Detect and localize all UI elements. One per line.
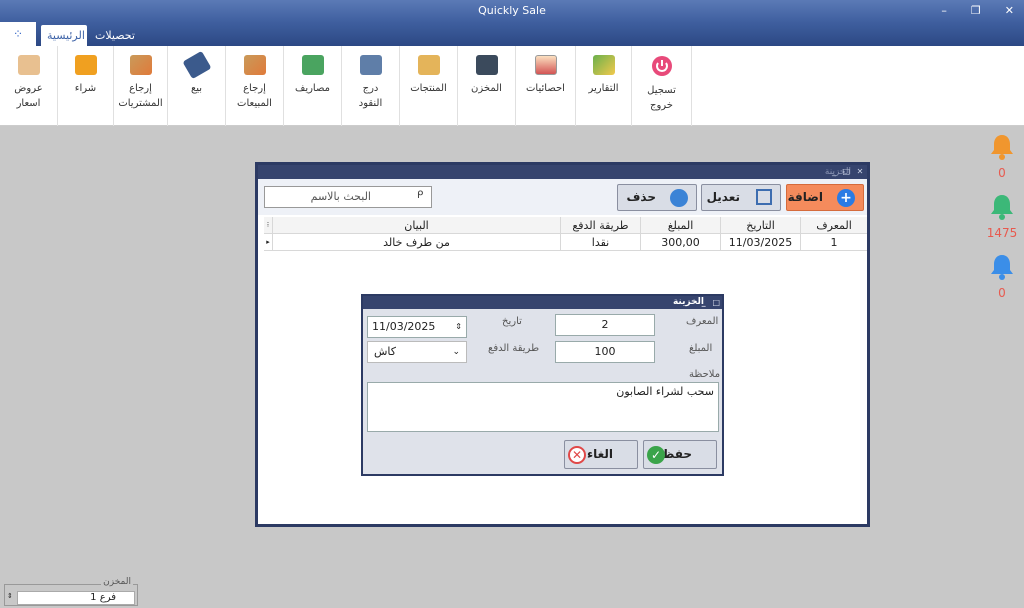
column-header-amount[interactable]: المبلغ [640,217,720,234]
ribbon-expenses-button[interactable]: مصاريف [284,46,342,126]
payment-method-label: طريقة الدفع [488,343,540,354]
ribbon: تسجيل خروج التقارير احصائيات المخزن المن… [0,46,1024,126]
bell-icon [991,255,1013,280]
ribbon-statistics-button[interactable]: احصائيات [516,46,576,126]
search-icon[interactable]: ᑭ [417,190,429,204]
ribbon-sales-return-button[interactable]: إرجاع المبيعات [226,46,284,126]
amount-label: المبلغ [689,343,713,354]
treasury-toolbar: البحث بالاسم ᑭ حذف تعديل اضافة + [258,179,867,215]
notification-count: 0 [998,286,1006,300]
cell-amount[interactable]: 300,00 [640,234,720,251]
app-title: Quickly Sale [478,4,546,17]
store-selector-group: المخزن فرع 1 ⇕ [4,577,138,606]
cart-icon [74,55,97,75]
spinner-icon[interactable]: ⇕ [7,592,13,600]
quick-access-icon[interactable]: ⁘ [0,22,36,46]
add-button[interactable]: اضافة + [786,184,864,211]
notification-bell-orange[interactable]: 0 [986,132,1018,180]
cancel-button[interactable]: الغاء ✕ [564,440,638,469]
table-header-row: ⁝ البيان طريقة الدفع المبلغ التاريخ المع… [264,217,867,234]
cell-description[interactable]: من طرف خالد [272,234,560,251]
purchase-return-icon [129,55,152,75]
plus-icon: + [837,189,855,207]
cell-date[interactable]: 11/03/2025 [720,234,800,251]
tab-home[interactable]: الرئيسية [41,25,87,46]
cancel-x-icon: ✕ [568,446,586,464]
treasury-window-title-bar: _ □ ✕ الخزينة [258,165,867,179]
ribbon-purchase-button[interactable]: شراء [58,46,114,126]
edit-icon [756,189,772,205]
ribbon-logout-button[interactable]: تسجيل خروج [632,46,692,126]
store-value: فرع 1 [90,592,116,603]
ribbon-quotes-button[interactable]: عروض اسعار [0,46,58,126]
treasury-entry-dialog: _ □ ✕ الخزينة المعرف 2 تاريخ 11/03/2025 … [361,294,724,476]
payment-method-value: كاش [374,345,397,358]
ribbon-purchase-return-button[interactable]: إرجاع المشتريات [114,46,168,126]
notification-bell-blue[interactable]: 0 [986,252,1018,300]
expenses-icon [301,55,324,75]
date-picker[interactable]: 11/03/2025 ⇕ [367,316,467,338]
id-label: المعرف [686,316,719,327]
search-input[interactable]: البحث بالاسم ᑭ [264,186,432,208]
edit-button[interactable]: تعديل [701,184,781,211]
ribbon-cash-drawer-button[interactable]: درج النقود [342,46,400,126]
table-row[interactable]: ▸ من طرف خالد نقدا 300,00 11/03/2025 1 [264,234,867,251]
id-field[interactable]: 2 [555,314,655,336]
reports-icon [592,55,615,75]
cell-id[interactable]: 1 [800,234,867,251]
search-placeholder: البحث بالاسم [310,190,371,203]
ribbon-tab-bar [0,22,1024,46]
chevron-down-icon: ⌄ [452,347,460,357]
power-icon [651,56,672,76]
sales-return-icon [243,55,266,75]
ribbon-reports-button[interactable]: التقارير [576,46,632,126]
bell-icon [991,195,1013,220]
amount-field[interactable]: 100 [555,341,655,363]
minimize-button[interactable]: – [941,0,947,22]
trash-icon [670,189,688,207]
tab-collections[interactable]: تحصيلات [89,25,135,46]
cell-payment[interactable]: نقدا [560,234,640,251]
payment-method-select[interactable]: كاش ⌄ [367,341,467,363]
column-header-date[interactable]: التاريخ [720,217,800,234]
window-title-bar: Quickly Sale – ❐ ✕ [0,0,1024,22]
notification-count: 1475 [986,226,1018,240]
spinner-icon[interactable]: ⇕ [455,317,462,337]
maximize-button[interactable]: ❐ [971,0,981,22]
sale-tag-icon [181,50,212,80]
notification-bell-green[interactable]: 1475 [986,192,1018,240]
quotes-icon [17,55,40,75]
dialog-title-bar: _ □ ✕ الخزينة [363,296,722,320]
treasury-table: ⁝ البيان طريقة الدفع المبلغ التاريخ المع… [264,217,867,251]
column-header-payment[interactable]: طريقة الدفع [560,217,640,234]
cash-drawer-icon [359,55,382,75]
products-icon [417,55,440,75]
note-label: ملاحظة [689,369,721,380]
close-button[interactable]: ✕ [1005,0,1014,22]
window-controls[interactable]: _ □ ✕ [832,165,865,179]
bell-icon [991,135,1013,160]
store-label: المخزن [101,577,133,587]
ribbon-warehouse-button[interactable]: المخزن [458,46,516,126]
notification-count: 0 [998,166,1006,180]
ribbon-sale-button[interactable]: بيع [168,46,226,126]
row-selector-icon: ▸ [266,238,270,246]
delete-button[interactable]: حذف [617,184,697,211]
save-button[interactable]: حفظ ✓ [643,440,717,469]
statistics-icon [534,55,557,75]
note-textarea[interactable]: سحب لشراء الصابون [367,382,719,432]
ribbon-products-button[interactable]: المنتجات [400,46,458,126]
store-select[interactable]: فرع 1 [17,591,135,605]
column-header-description[interactable]: البيان [272,217,560,234]
date-label: تاريخ [502,316,522,327]
column-header-id[interactable]: المعرف [800,217,867,234]
date-value: 11/03/2025 [372,320,436,333]
check-icon: ✓ [647,446,665,464]
column-chooser-icon[interactable]: ⁝ [264,217,272,234]
warehouse-icon [475,55,498,75]
